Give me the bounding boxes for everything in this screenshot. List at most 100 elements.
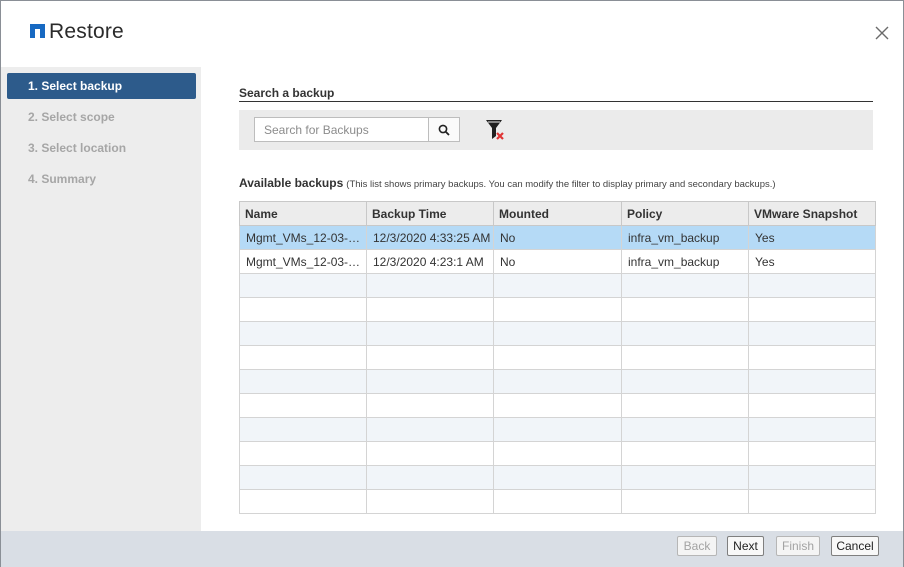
empty-cell: [748, 489, 876, 514]
empty-cell: [748, 321, 876, 346]
empty-cell: [366, 321, 494, 346]
empty-cell: [621, 345, 749, 370]
table-header-row: Name Backup Time Mounted Policy VMware S…: [239, 201, 876, 226]
empty-cell: [239, 489, 367, 514]
empty-cell: [621, 417, 749, 442]
cell-mounted: No: [493, 249, 622, 274]
available-backups-heading: Available backups (This list shows primar…: [239, 176, 776, 190]
table-row[interactable]: Mgmt_VMs_12-03-2… 12/3/2020 4:33:25 AM N…: [239, 225, 876, 250]
empty-cell: [621, 273, 749, 298]
empty-cell: [493, 441, 622, 466]
search-toolbar: [239, 110, 873, 150]
dialog-title: Restore: [49, 20, 124, 43]
empty-cell: [748, 345, 876, 370]
dialog-header: Restore: [1, 1, 903, 67]
step-select-scope[interactable]: 2. Select scope: [7, 104, 196, 130]
empty-rows: [239, 273, 876, 514]
available-backups-title: Available backups: [239, 176, 344, 190]
netapp-logo-icon: [30, 24, 45, 38]
empty-cell: [493, 369, 622, 394]
empty-cell: [239, 345, 367, 370]
clear-filter-button[interactable]: [482, 117, 508, 143]
cell-backup-time: 12/3/2020 4:33:25 AM: [366, 225, 494, 250]
empty-cell: [621, 465, 749, 490]
column-header-policy[interactable]: Policy: [621, 201, 749, 226]
empty-cell: [366, 273, 494, 298]
empty-cell: [493, 273, 622, 298]
empty-cell: [366, 441, 494, 466]
empty-table-row: [239, 321, 876, 346]
empty-table-row: [239, 489, 876, 514]
main-content: Search a backup Available backups(This l…: [239, 67, 879, 531]
filter-clear-icon: [486, 120, 504, 140]
empty-cell: [239, 273, 367, 298]
next-button[interactable]: Next: [727, 536, 764, 556]
empty-cell: [621, 441, 749, 466]
close-icon[interactable]: [873, 24, 891, 42]
search-section-title: Search a backup: [239, 86, 335, 100]
empty-cell: [239, 393, 367, 418]
back-button[interactable]: Back: [677, 536, 717, 556]
dialog-footer: Back Next Finish Cancel: [1, 531, 903, 567]
cell-policy: infra_vm_backup: [621, 225, 749, 250]
empty-cell: [493, 345, 622, 370]
empty-cell: [493, 489, 622, 514]
table-row[interactable]: Mgmt_VMs_12-03-2… 12/3/2020 4:23:1 AM No…: [239, 249, 876, 274]
cell-vmware-snapshot: Yes: [748, 249, 876, 274]
empty-cell: [493, 417, 622, 442]
empty-table-row: [239, 369, 876, 394]
empty-cell: [621, 321, 749, 346]
empty-cell: [748, 441, 876, 466]
cell-backup-time: 12/3/2020 4:23:1 AM: [366, 249, 494, 274]
cell-mounted: No: [493, 225, 622, 250]
step-select-location[interactable]: 3. Select location: [7, 135, 196, 161]
cell-name: Mgmt_VMs_12-03-2…: [239, 249, 367, 274]
empty-cell: [621, 297, 749, 322]
backups-table: Name Backup Time Mounted Policy VMware S…: [239, 201, 876, 514]
empty-cell: [366, 393, 494, 418]
column-header-name[interactable]: Name: [239, 201, 367, 226]
empty-table-row: [239, 297, 876, 322]
empty-cell: [493, 297, 622, 322]
step-select-backup[interactable]: 1. Select backup: [7, 73, 196, 99]
empty-cell: [366, 465, 494, 490]
empty-cell: [366, 489, 494, 514]
section-divider: [239, 101, 873, 102]
search-input[interactable]: [254, 117, 429, 142]
column-header-mounted[interactable]: Mounted: [493, 201, 622, 226]
search-button[interactable]: [428, 117, 460, 142]
restore-dialog: Restore 1. Select backup 2. Select scope…: [0, 0, 904, 567]
step-summary[interactable]: 4. Summary: [7, 166, 196, 192]
wizard-steps-sidebar: 1. Select backup 2. Select scope 3. Sele…: [1, 67, 201, 531]
cell-name: Mgmt_VMs_12-03-2…: [239, 225, 367, 250]
empty-cell: [621, 489, 749, 514]
cell-policy: infra_vm_backup: [621, 249, 749, 274]
empty-cell: [748, 417, 876, 442]
finish-button[interactable]: Finish: [776, 536, 820, 556]
empty-cell: [239, 369, 367, 394]
empty-cell: [493, 393, 622, 418]
empty-cell: [748, 273, 876, 298]
empty-cell: [239, 321, 367, 346]
empty-table-row: [239, 441, 876, 466]
empty-cell: [239, 417, 367, 442]
empty-cell: [748, 465, 876, 490]
empty-cell: [366, 369, 494, 394]
empty-cell: [239, 465, 367, 490]
column-header-backup-time[interactable]: Backup Time: [366, 201, 494, 226]
empty-table-row: [239, 393, 876, 418]
empty-cell: [748, 369, 876, 394]
empty-cell: [748, 297, 876, 322]
empty-cell: [366, 297, 494, 322]
column-header-vmware-snapshot[interactable]: VMware Snapshot: [748, 201, 876, 226]
empty-cell: [493, 321, 622, 346]
empty-cell: [748, 393, 876, 418]
empty-table-row: [239, 465, 876, 490]
empty-cell: [239, 441, 367, 466]
available-backups-note: (This list shows primary backups. You ca…: [346, 179, 776, 190]
empty-cell: [493, 465, 622, 490]
empty-cell: [366, 417, 494, 442]
cancel-button[interactable]: Cancel: [831, 536, 879, 556]
empty-cell: [366, 345, 494, 370]
search-icon: [438, 124, 450, 136]
